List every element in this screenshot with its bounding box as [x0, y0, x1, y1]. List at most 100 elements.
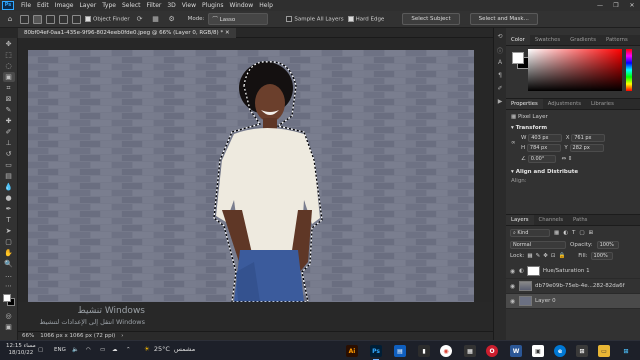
- hue-slider[interactable]: [626, 49, 632, 91]
- subtract-from-selection-icon[interactable]: [59, 14, 68, 24]
- info-panel-icon[interactable]: ⓘ: [496, 46, 505, 55]
- color-swatches[interactable]: [0, 292, 17, 310]
- screen-mode-icon[interactable]: ▣: [3, 322, 15, 332]
- select-and-mask-button[interactable]: Select and Mask...: [469, 13, 538, 25]
- frame-tool-icon[interactable]: ⊠: [3, 94, 15, 104]
- tab-color[interactable]: Color: [506, 35, 530, 45]
- chrome-app-icon[interactable]: ◉: [440, 345, 452, 357]
- menu-select[interactable]: Select: [119, 2, 144, 9]
- pen-tool-icon[interactable]: ✒: [3, 204, 15, 214]
- show-hidden-icons[interactable]: ⌃: [126, 347, 131, 353]
- link-icon[interactable]: ∞: [511, 140, 517, 146]
- blur-tool-icon[interactable]: 💧: [3, 182, 15, 192]
- menu-layer[interactable]: Layer: [76, 2, 99, 9]
- move-tool-icon[interactable]: ✥: [3, 39, 15, 49]
- app-icon[interactable]: ▦: [464, 345, 476, 357]
- lock-transparent-icon[interactable]: ▦: [527, 253, 532, 259]
- document-tab[interactable]: 80bf04ef-0aa1-435e-9f96-8024eeb0fde0.jpe…: [18, 28, 236, 38]
- layer-name[interactable]: db79e09b-75eb-4e...282-82da6f5c9c9e...: [535, 283, 625, 289]
- filter-shape-icon[interactable]: ▢: [579, 230, 584, 236]
- layer-thumbnail[interactable]: [519, 281, 532, 291]
- menu-edit[interactable]: Edit: [34, 2, 52, 9]
- settings-gear-icon[interactable]: ⚙: [166, 14, 178, 24]
- weather-widget[interactable]: ☀ 25°C مشمس: [144, 345, 195, 353]
- lasso-tool-icon[interactable]: ◌: [3, 61, 15, 71]
- gradient-tool-icon[interactable]: ▤: [3, 171, 15, 181]
- color-field[interactable]: [528, 49, 622, 91]
- app-icon-2[interactable]: ▣: [532, 345, 544, 357]
- height-field[interactable]: 784 px: [526, 144, 561, 152]
- actions-panel-icon[interactable]: ▶: [496, 98, 505, 106]
- blend-mode-select[interactable]: Normal: [510, 241, 566, 249]
- visibility-eye-icon[interactable]: ◉: [509, 283, 516, 290]
- quick-mask-icon[interactable]: ◎: [3, 311, 15, 321]
- maximize-icon[interactable]: ❐: [608, 0, 624, 11]
- close-tab-icon[interactable]: ✕: [225, 30, 230, 36]
- terminal-app-icon[interactable]: ▮: [418, 345, 430, 357]
- layer-name[interactable]: Hue/Saturation 1: [543, 268, 590, 274]
- add-to-selection-icon[interactable]: [46, 14, 55, 24]
- document-info[interactable]: 1066 px x 1066 px (72 ppi): [40, 333, 115, 339]
- paragraph-panel-icon[interactable]: ¶: [496, 72, 505, 80]
- menu-plugins[interactable]: Plugins: [199, 2, 227, 9]
- file-explorer-icon[interactable]: ▭: [598, 345, 610, 357]
- clone-stamp-tool-icon[interactable]: ⊥: [3, 138, 15, 148]
- lock-image-icon[interactable]: ✎: [536, 253, 541, 259]
- close-icon[interactable]: ✕: [624, 0, 640, 11]
- object-selection-tool-icon[interactable]: [20, 14, 29, 24]
- filter-type-icon[interactable]: T: [572, 230, 575, 236]
- layer-filter-select[interactable]: ⌕ Kind: [510, 229, 550, 237]
- language-indicator[interactable]: ENG: [54, 347, 66, 353]
- more-tools-icon[interactable]: …: [3, 270, 15, 280]
- volume-icon[interactable]: 🔈: [72, 347, 79, 353]
- rectangle-tool-icon[interactable]: ▢: [3, 237, 15, 247]
- eyedropper-tool-icon[interactable]: ✎: [3, 105, 15, 115]
- lock-all-icon[interactable]: 🔒: [558, 253, 565, 259]
- layer-row-selected[interactable]: ◉ Layer 0: [506, 294, 640, 309]
- intersect-selection-icon[interactable]: [72, 14, 81, 24]
- show-all-objects-icon[interactable]: ▦: [150, 14, 162, 24]
- network-icon[interactable]: ◠: [86, 347, 91, 353]
- onedrive-icon[interactable]: ☁: [112, 347, 118, 353]
- status-arrow-icon[interactable]: ›: [121, 333, 123, 339]
- new-selection-icon[interactable]: [33, 14, 42, 24]
- tab-libraries[interactable]: Libraries: [586, 99, 619, 109]
- fill-field[interactable]: 100%: [590, 252, 613, 260]
- files-app-icon[interactable]: ▤: [394, 345, 406, 357]
- history-panel-icon[interactable]: ⟲: [496, 33, 505, 41]
- x-field[interactable]: 761 px: [571, 134, 606, 142]
- menu-file[interactable]: File: [18, 2, 34, 9]
- foreground-color-swatch[interactable]: [3, 294, 11, 302]
- layer-row[interactable]: ◉ ◐ Hue/Saturation 1: [506, 264, 640, 279]
- menu-filter[interactable]: Filter: [144, 2, 165, 9]
- store-app-icon[interactable]: ⊞: [576, 345, 588, 357]
- brush-settings-icon[interactable]: ✐: [496, 85, 505, 93]
- edit-toolbar-icon[interactable]: ⋯: [3, 281, 15, 291]
- layer-name[interactable]: Layer 0: [535, 298, 556, 304]
- edge-app-icon[interactable]: e: [554, 345, 566, 357]
- menu-help[interactable]: Help: [256, 2, 276, 9]
- menu-image[interactable]: Image: [52, 2, 77, 9]
- notification-icon[interactable]: ▢: [38, 347, 43, 353]
- angle-field[interactable]: 0.00°: [527, 155, 556, 163]
- refresh-icon[interactable]: ⟳: [134, 14, 146, 24]
- document-image[interactable]: [28, 50, 474, 302]
- hard-edge-toggle[interactable]: Hard Edge: [347, 15, 384, 22]
- filter-smart-icon[interactable]: ⊞: [589, 230, 594, 236]
- path-selection-tool-icon[interactable]: ➤: [3, 226, 15, 236]
- flip-horizontal-icon[interactable]: ⇔: [561, 156, 566, 162]
- brush-tool-icon[interactable]: ✐: [3, 127, 15, 137]
- tab-layers[interactable]: Layers: [506, 215, 534, 225]
- minimize-icon[interactable]: —: [592, 0, 608, 11]
- opacity-field[interactable]: 100%: [596, 241, 619, 249]
- tab-swatches[interactable]: Swatches: [530, 35, 565, 45]
- lock-artboard-icon[interactable]: ⊡: [551, 253, 556, 259]
- zoom-tool-icon[interactable]: 🔍: [3, 259, 15, 269]
- type-tool-icon[interactable]: T: [3, 215, 15, 225]
- crop-tool-icon[interactable]: ⌗: [3, 83, 15, 93]
- flip-vertical-icon[interactable]: ⇕: [568, 156, 573, 162]
- word-app-icon[interactable]: W: [510, 345, 522, 357]
- object-finder-toggle[interactable]: Object Finder: [85, 15, 130, 22]
- menu-3d[interactable]: 3D: [164, 2, 178, 9]
- menu-view[interactable]: View: [179, 2, 199, 9]
